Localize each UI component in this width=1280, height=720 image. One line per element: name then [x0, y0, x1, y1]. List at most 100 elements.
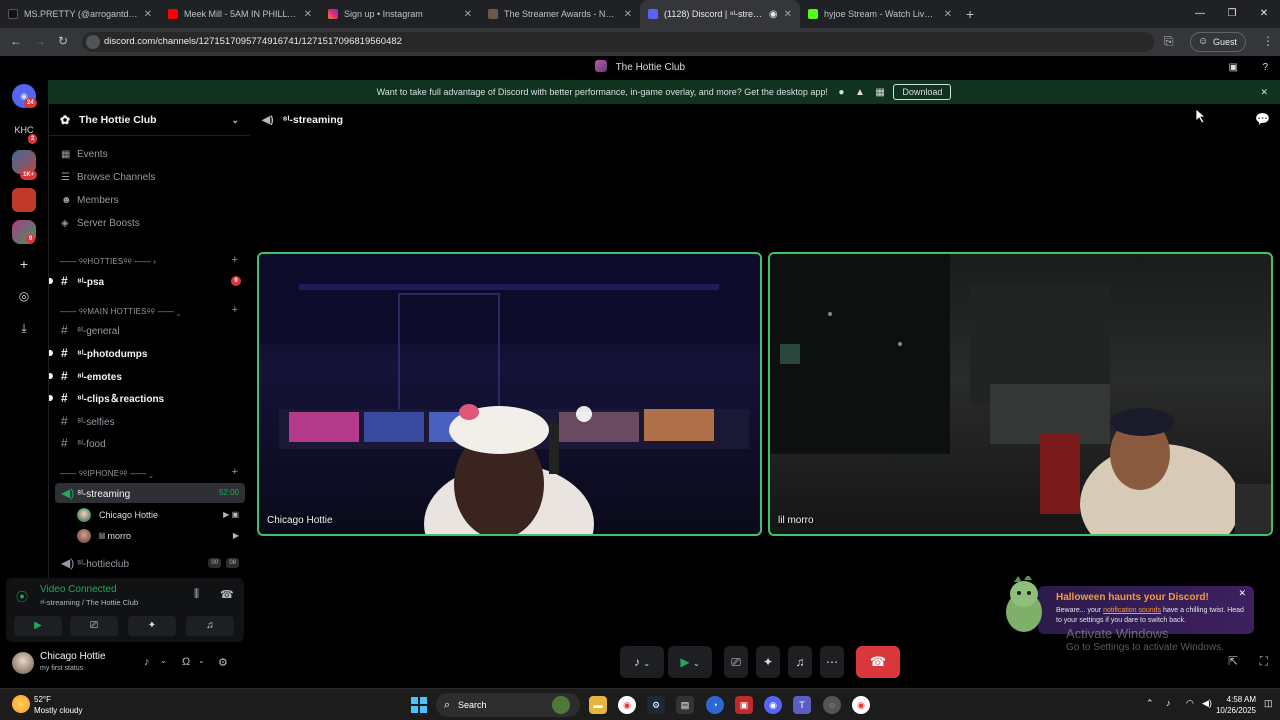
minimize-icon[interactable]: — — [1184, 0, 1216, 28]
steam-icon[interactable]: ⚙ — [647, 696, 665, 714]
activities-button[interactable]: ✦ — [128, 616, 176, 636]
channel-photodumps[interactable]: # ⁸ᴵ-photodumps — [49, 343, 245, 363]
channel-clips-reactions[interactable]: # ⁸ᴵ-clips＆reactions — [49, 388, 245, 408]
new-tab-button[interactable]: + — [966, 0, 974, 28]
close-banner-icon[interactable]: ✕ — [1260, 80, 1268, 104]
app-icon[interactable]: ◔ — [706, 696, 724, 714]
mute-button[interactable]: ♪ ⌄ — [620, 646, 664, 678]
app-icon[interactable]: ▣ — [735, 696, 753, 714]
soundboard-button[interactable]: ♫ — [186, 616, 234, 636]
add-channel-icon[interactable]: + — [232, 254, 238, 266]
add-server-icon[interactable]: + — [12, 252, 36, 276]
signal-icon[interactable]: ⦿ — [16, 588, 28, 605]
forward-icon[interactable]: → — [34, 34, 46, 48]
reload-icon[interactable]: ↻ — [58, 34, 68, 48]
taskbar-clock[interactable]: 4:58 AM 10/26/2025 — [1216, 694, 1256, 716]
address-bar[interactable]: discord.com/channels/1271517095774916741… — [82, 32, 1154, 52]
site-info-icon[interactable] — [86, 35, 100, 49]
user-name[interactable]: Chicago Hottie — [40, 651, 106, 662]
chrome-icon[interactable]: ◉ — [618, 696, 636, 714]
nav-server-boosts[interactable]: ◈ Server Boosts — [61, 218, 140, 229]
category-iphone[interactable]: —— ୨୧IPHONE୨୧ —— ⌄ — [60, 469, 153, 479]
volume-icon[interactable]: ◀) — [1202, 698, 1212, 709]
browser-tab[interactable]: MS.PRETTY (@arrogantdoll) | Ti ✕ — [0, 0, 160, 28]
app-icon[interactable]: ◌ — [823, 696, 841, 714]
camera-button[interactable]: ▶ — [14, 616, 62, 636]
microphone-icon[interactable]: ♪ — [1166, 698, 1171, 708]
notifications-icon[interactable]: ◫ — [1264, 698, 1273, 709]
voice-status[interactable]: Video Connected — [40, 584, 117, 595]
disconnect-icon[interactable]: ☎ — [220, 588, 234, 601]
terminal-icon[interactable]: ▤ — [676, 696, 694, 714]
voice-user-chicago-hottie[interactable]: Chicago Hottie ▶ ▣ — [77, 505, 245, 525]
inbox-icon[interactable]: ▣ — [1229, 56, 1238, 80]
soundboard-button[interactable]: ♫ — [788, 646, 812, 678]
channel-food[interactable]: # ⁸ᴵ-food — [55, 433, 245, 453]
guest-profile-button[interactable]: Guest — [1189, 32, 1246, 52]
browser-tab[interactable]: hyjoe Stream - Watch Live on K ✕ — [800, 0, 960, 28]
close-toast-icon[interactable]: ✕ — [1238, 588, 1246, 599]
browser-menu-icon[interactable]: ⋮ — [1262, 34, 1274, 48]
chat-bubble-icon[interactable]: 💬 — [1255, 112, 1270, 126]
channel-emotes[interactable]: # ⁸ᴵ-emotes — [49, 366, 245, 386]
browser-tab[interactable]: Meek Mill - 5AM IN PHILLY (Off ✕ — [160, 0, 320, 28]
avatar[interactable] — [12, 652, 34, 674]
category-main-hotties[interactable]: —— ୨୧MAIN HOTTIES୨୧ —— ⌄ — [60, 307, 180, 317]
channel-selfies[interactable]: # ⁸ᴵ-selfies — [55, 411, 245, 431]
notification-sounds-link[interactable]: notification sounds — [1103, 607, 1161, 614]
cast-icon[interactable]: ⎘ — [1164, 34, 1174, 49]
close-tab-icon[interactable]: ✕ — [304, 9, 312, 20]
browser-tab[interactable]: The Streamer Awards - Nomina ✕ — [480, 0, 640, 28]
maximize-icon[interactable]: ❐ — [1216, 0, 1248, 28]
nav-events[interactable]: ▦ Events — [61, 149, 108, 160]
pop-out-icon[interactable]: ⇱ — [1228, 654, 1238, 668]
voice-user-lil-morro[interactable]: lil morro ▶ — [77, 526, 245, 546]
microphone-icon[interactable]: ♪ — [144, 656, 150, 668]
activities-button[interactable]: ✦ — [756, 646, 780, 678]
add-channel-icon[interactable]: + — [232, 466, 238, 478]
server-active[interactable] — [12, 188, 36, 212]
download-button[interactable]: Download — [893, 84, 952, 100]
channel-streaming[interactable]: ◀) ⁸ᴵ-streaming 52:00 — [55, 483, 245, 503]
more-options-button[interactable]: ⋯ — [820, 646, 844, 678]
wifi-icon[interactable]: ◠ — [1186, 698, 1194, 709]
help-icon[interactable]: ? — [1262, 56, 1268, 80]
category-hotties[interactable]: —— ୨୧HOTTIES୨୧ —— › — [60, 257, 156, 267]
add-channel-icon[interactable]: + — [232, 304, 238, 316]
download-apps-icon[interactable]: ⤓ — [12, 316, 36, 340]
fullscreen-icon[interactable]: ⛶ — [1260, 654, 1268, 669]
nav-members[interactable]: ☻ Members — [61, 195, 119, 206]
video-tile[interactable]: lil morro — [768, 252, 1273, 536]
discord-icon[interactable]: ◉ — [764, 696, 782, 714]
file-explorer-icon[interactable]: ▬ — [589, 696, 607, 714]
browser-tab-active[interactable]: (1128) Discord | ⁸ᴵ-streamin ◉ ✕ — [640, 0, 800, 28]
user-status[interactable]: my first status — [40, 665, 83, 672]
disconnect-call-button[interactable]: ☎ — [856, 646, 900, 678]
close-tab-icon[interactable]: ✕ — [464, 9, 472, 20]
screen-share-button[interactable]: ⎚ — [724, 646, 748, 678]
channel-general[interactable]: # ⁸ᴵ-general — [55, 320, 245, 340]
settings-gear-icon[interactable]: ⚙ — [218, 656, 228, 669]
channel-psa[interactable]: # ⁸ᴵ-psa 9 — [49, 271, 245, 291]
windows-start-icon[interactable] — [411, 697, 427, 713]
discover-icon[interactable]: ◎ — [12, 284, 36, 308]
nav-browse-channels[interactable]: ☰ Browse Channels — [61, 172, 155, 183]
teams-icon[interactable]: T — [793, 696, 811, 714]
chevron-down-icon[interactable]: ⌄ — [198, 656, 205, 665]
noise-suppression-icon[interactable]: ⫼ — [194, 588, 199, 601]
channel-hottieclub[interactable]: ◀) ⁸ᴵ-hottieclub 00 08 — [55, 553, 245, 573]
close-tab-icon[interactable]: ✕ — [144, 9, 152, 20]
camera-button[interactable]: ▶ ⌄ — [668, 646, 712, 678]
server-header[interactable]: ✿ The Hottie Club ⌄ — [49, 104, 251, 136]
video-tile[interactable]: Chicago Hottie — [257, 252, 762, 536]
voice-location[interactable]: ⁸ᴵ-streaming / The Hottie Club — [40, 598, 138, 607]
close-tab-icon[interactable]: ✕ — [944, 9, 952, 20]
close-tab-icon[interactable]: ✕ — [624, 9, 632, 20]
chrome-icon[interactable]: ◉ — [852, 696, 870, 714]
tray-overflow-icon[interactable]: ⌃ — [1146, 698, 1154, 709]
screen-share-button[interactable]: ⎚ — [70, 616, 118, 636]
headphones-icon[interactable]: Ω — [182, 656, 190, 668]
browser-tab[interactable]: Sign up • Instagram ✕ — [320, 0, 480, 28]
widget-icon[interactable] — [552, 696, 570, 714]
chevron-down-icon[interactable]: ⌄ — [160, 656, 167, 665]
